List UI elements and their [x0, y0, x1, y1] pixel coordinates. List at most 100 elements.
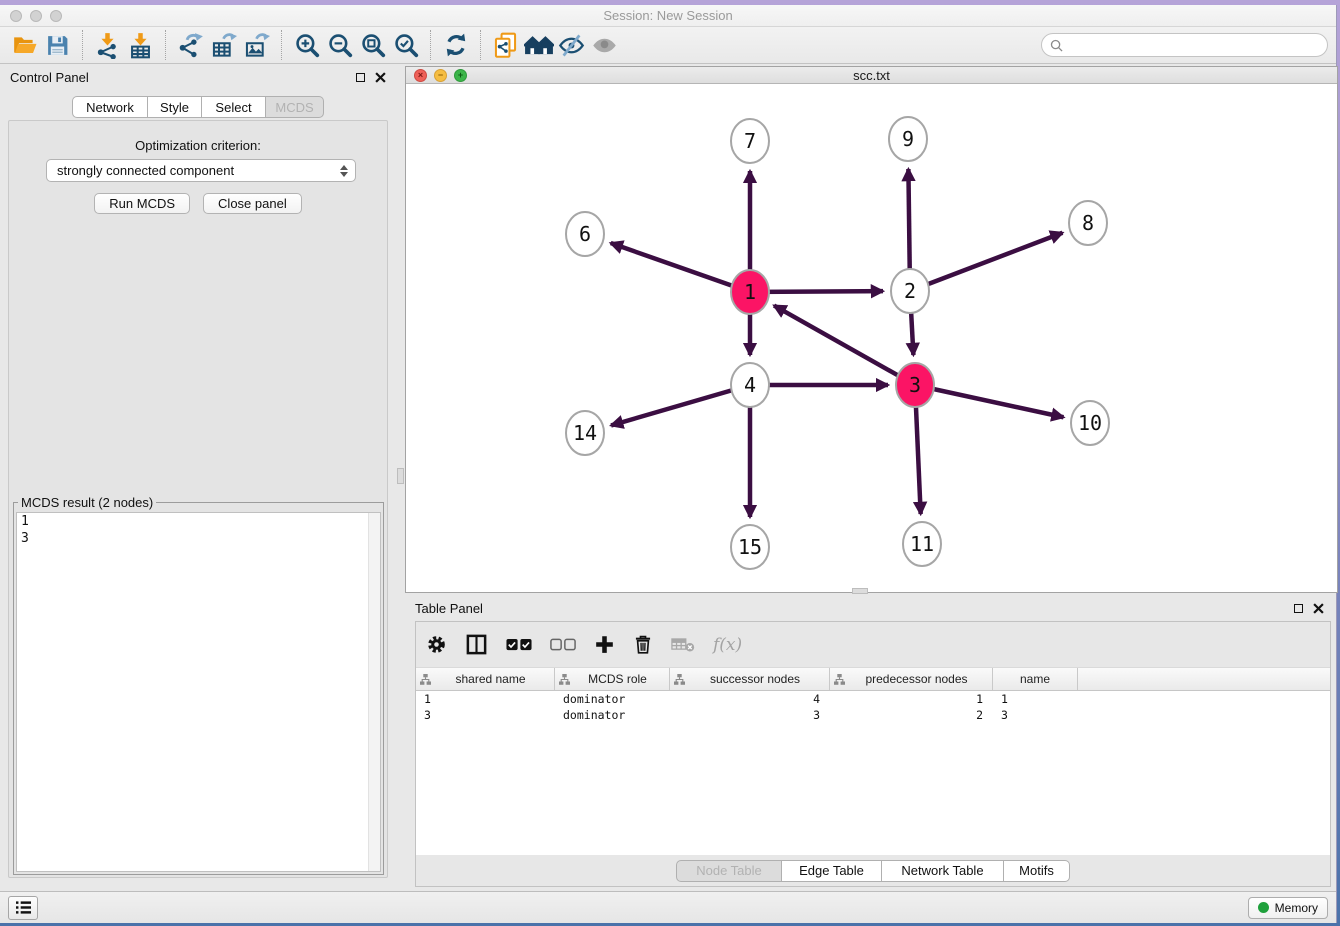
- export-table-button[interactable]: [207, 29, 240, 61]
- toolbar-separator: [82, 30, 83, 60]
- main-content: Control Panel Network Style Select MCDS …: [0, 64, 1336, 891]
- zoom-in-button[interactable]: [290, 29, 323, 61]
- cytoscape-window: Session: New Session: [0, 5, 1337, 923]
- graph-node-label: 6: [579, 222, 591, 246]
- zoom-out-button[interactable]: [323, 29, 356, 61]
- delete-column-button[interactable]: [633, 634, 653, 655]
- import-table-icon: [127, 32, 154, 59]
- hide-selected-button[interactable]: [555, 29, 588, 61]
- deselect-all-button[interactable]: [550, 638, 576, 652]
- function-builder-button-disabled: f(x): [713, 635, 742, 655]
- graph-edge-3-1[interactable]: [774, 306, 915, 385]
- add-column-button[interactable]: [594, 634, 615, 655]
- network-canvas[interactable]: 7968124314101511: [406, 84, 1337, 592]
- search-input[interactable]: [1068, 38, 1319, 53]
- column-header-mcds-role[interactable]: MCDS role: [555, 668, 670, 690]
- cell-shared-name[interactable]: 3: [416, 708, 555, 722]
- import-network-icon: [94, 32, 121, 59]
- refresh-icon: [443, 32, 469, 58]
- optimization-criterion-label: Optimization criterion:: [9, 138, 387, 153]
- table-row[interactable]: 1 dominator 4 1 1: [416, 691, 1330, 707]
- criterion-select[interactable]: strongly connected component: [46, 159, 356, 182]
- memory-label: Memory: [1275, 901, 1318, 915]
- cell-shared-name[interactable]: 1: [416, 692, 555, 706]
- tab-node-table[interactable]: Node Table: [676, 860, 782, 882]
- columns-icon: [465, 633, 488, 656]
- column-type-icon: [674, 674, 685, 685]
- clone-network-button[interactable]: [489, 29, 522, 61]
- unchecked-boxes-icon: [550, 638, 576, 652]
- column-header-predecessor-nodes[interactable]: predecessor nodes: [830, 668, 993, 690]
- show-columns-button[interactable]: [465, 633, 488, 656]
- column-type-icon: [559, 674, 570, 685]
- vertical-split-handle[interactable]: [397, 468, 404, 484]
- graph-node-label: 7: [744, 129, 756, 153]
- graph-node-label: 11: [910, 532, 934, 556]
- main-toolbar: [0, 27, 1336, 64]
- graph-edge-4-14[interactable]: [611, 385, 750, 425]
- apply-layout-button[interactable]: [439, 29, 472, 61]
- cell-predecessor-nodes[interactable]: 1: [830, 692, 993, 706]
- zoom-fit-button[interactable]: [356, 29, 389, 61]
- tab-network-table[interactable]: Network Table: [882, 860, 1004, 882]
- column-header-successor-nodes[interactable]: successor nodes: [670, 668, 830, 690]
- cell-predecessor-nodes[interactable]: 2: [830, 708, 993, 722]
- cell-successor-nodes[interactable]: 3: [670, 708, 830, 722]
- export-network-icon: [177, 32, 204, 59]
- save-disk-icon: [45, 33, 70, 58]
- cell-mcds-role[interactable]: dominator: [555, 692, 670, 706]
- table-settings-button[interactable]: [426, 634, 447, 655]
- horizontal-split-handle[interactable]: [852, 588, 868, 594]
- import-table-button[interactable]: [124, 29, 157, 61]
- float-table-panel-icon[interactable]: [1294, 604, 1303, 613]
- column-header-filler: [1078, 668, 1330, 690]
- tab-network[interactable]: Network: [72, 96, 148, 118]
- mcds-result-text[interactable]: 1 3: [16, 512, 381, 872]
- export-table-icon: [210, 32, 237, 59]
- export-image-button[interactable]: [240, 29, 273, 61]
- table-toolbar: f(x): [416, 622, 1330, 668]
- gear-icon: [426, 634, 447, 655]
- mcds-result-title: MCDS result (2 nodes): [18, 495, 156, 510]
- checked-boxes-icon: [506, 638, 532, 652]
- tab-style[interactable]: Style: [148, 96, 202, 118]
- graph-edge-3-10[interactable]: [915, 385, 1064, 417]
- table-row[interactable]: 3 dominator 3 2 3: [416, 707, 1330, 723]
- cell-name[interactable]: 1: [993, 692, 1078, 706]
- network-window-titlebar[interactable]: × − + scc.txt: [406, 67, 1337, 84]
- close-panel-button[interactable]: Close panel: [203, 193, 302, 214]
- cell-mcds-role[interactable]: dominator: [555, 708, 670, 722]
- close-panel-icon[interactable]: [375, 72, 386, 83]
- import-network-button[interactable]: [91, 29, 124, 61]
- result-scrollbar[interactable]: [368, 513, 380, 871]
- graph-edge-1-6[interactable]: [611, 243, 750, 292]
- memory-button[interactable]: Memory: [1248, 897, 1328, 919]
- tab-edge-table[interactable]: Edge Table: [782, 860, 882, 882]
- select-all-button[interactable]: [506, 638, 532, 652]
- run-mcds-button[interactable]: Run MCDS: [94, 193, 190, 214]
- column-header-shared-name[interactable]: shared name: [416, 668, 555, 690]
- first-neighbors-button[interactable]: [522, 29, 555, 61]
- float-panel-icon[interactable]: [356, 73, 365, 82]
- graph-node-label: 3: [909, 373, 921, 397]
- network-graph[interactable]: 7968124314101511: [406, 84, 1337, 587]
- close-table-panel-icon[interactable]: [1313, 603, 1324, 614]
- show-log-button[interactable]: [8, 896, 38, 920]
- tab-mcds[interactable]: MCDS: [266, 96, 324, 118]
- export-network-button[interactable]: [174, 29, 207, 61]
- graph-edge-2-8[interactable]: [910, 233, 1062, 291]
- table-panel: Table Panel: [405, 595, 1338, 889]
- column-header-name[interactable]: name: [993, 668, 1078, 690]
- result-line: 3: [17, 530, 380, 547]
- zoom-out-icon: [327, 32, 353, 58]
- tab-select[interactable]: Select: [202, 96, 266, 118]
- open-session-button[interactable]: [8, 29, 41, 61]
- graph-node-label: 4: [744, 373, 756, 397]
- tab-motifs[interactable]: Motifs: [1004, 860, 1070, 882]
- show-all-button[interactable]: [588, 29, 621, 61]
- cell-successor-nodes[interactable]: 4: [670, 692, 830, 706]
- save-session-button[interactable]: [41, 29, 74, 61]
- cell-name[interactable]: 3: [993, 708, 1078, 722]
- table-tabs-strip: Node Table Edge Table Network Table Moti…: [416, 855, 1330, 886]
- zoom-selected-button[interactable]: [389, 29, 422, 61]
